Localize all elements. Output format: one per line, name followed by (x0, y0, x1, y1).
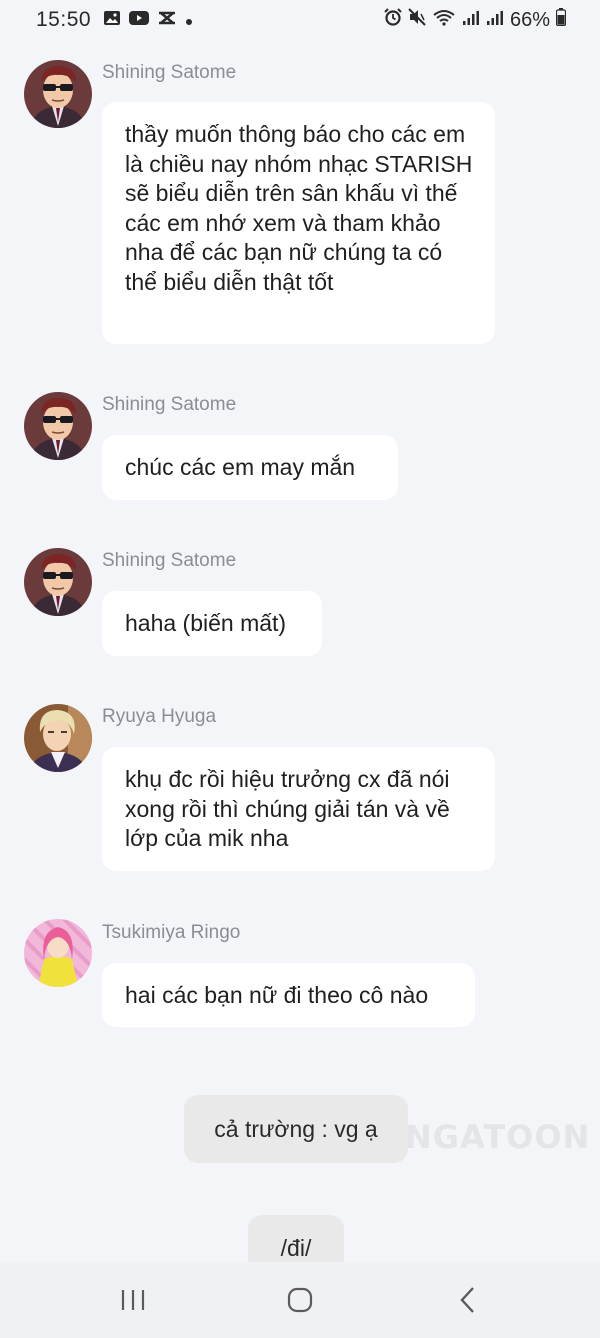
message-bubble[interactable]: thầy muốn thông báo cho các em là chiều … (102, 102, 495, 344)
battery-percent: 66% (509, 8, 550, 31)
message-bubble[interactable]: khụ đc rồi hiệu trưởng cx đã nói xong rồ… (102, 747, 495, 871)
watermark: NGATOON (405, 1118, 591, 1156)
back-icon (460, 1287, 474, 1313)
sender-name: Shining Satome (102, 62, 237, 83)
shining-satome-avatar[interactable] (24, 548, 92, 616)
sender-name: Ryuya Hyuga (102, 706, 217, 727)
back-button[interactable] (448, 1282, 488, 1318)
home-icon (287, 1287, 313, 1313)
signal-icon (486, 9, 504, 32)
sender-name: Shining Satome (102, 550, 237, 571)
dot-icon (185, 9, 193, 32)
mute-icon (408, 8, 426, 32)
home-button[interactable] (280, 1282, 320, 1318)
sender-name: Tsukimiya Ringo (102, 922, 241, 943)
ryuya-hyuga-avatar[interactable] (24, 704, 92, 772)
battery-icon (555, 8, 567, 32)
sender-name: Shining Satome (102, 394, 237, 415)
tsukimiya-ringo-avatar[interactable] (24, 919, 92, 987)
navigation-bar (0, 1262, 600, 1338)
recent-apps-button[interactable] (113, 1282, 153, 1318)
capcut-icon (157, 9, 177, 32)
image-icon (103, 9, 121, 32)
wifi-icon (432, 8, 456, 32)
message-bubble[interactable]: haha (biến mất) (102, 591, 322, 656)
message-bubble[interactable]: hai các bạn nữ đi theo cô nào (102, 963, 475, 1027)
alarm-icon (384, 8, 402, 32)
status-time: 15:50 (36, 8, 92, 31)
shining-satome-avatar[interactable] (24, 392, 92, 460)
narration-bubble[interactable]: cả trường : vg ạ (184, 1095, 408, 1163)
status-bar: 15:50 66% (0, 0, 600, 40)
signal-icon (462, 9, 480, 32)
recent-apps-icon (121, 1290, 145, 1310)
shining-satome-avatar[interactable] (24, 60, 92, 128)
message-bubble[interactable]: chúc các em may mắn (102, 435, 398, 500)
youtube-icon (129, 9, 150, 32)
